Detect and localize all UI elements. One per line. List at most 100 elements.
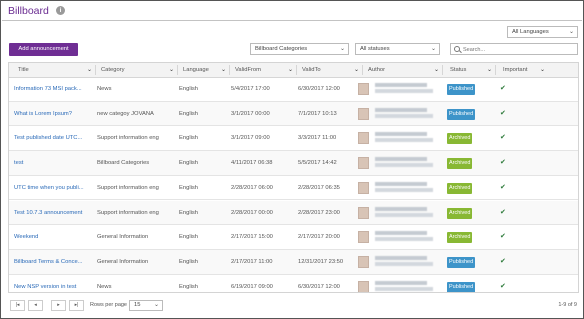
row-language: English [179,283,199,290]
row-language: English [179,184,199,191]
row-valid-to: 12/31/2017 23:50 [298,258,344,265]
column-header-status[interactable]: Status [450,63,466,77]
check-icon: ✔ [500,109,506,117]
row-valid-from: 6/19/2017 09:00 [231,283,273,290]
author-blurred [375,280,435,291]
column-header-important[interactable]: Important [503,63,528,77]
rows-per-page-label: Rows per page [90,302,127,308]
chevron-down-icon[interactable]: ⌄ [354,63,359,77]
next-page-button[interactable]: ▸ [51,300,66,311]
status-badge: Archived [447,182,473,194]
check-icon: ✔ [500,233,506,241]
row-category: News [97,283,112,290]
search-input[interactable] [463,45,573,54]
row-valid-from: 2/28/2017 06:00 [231,184,273,191]
last-page-button[interactable]: ▸| [69,300,84,311]
check-icon: ✔ [500,208,506,216]
author-blurred [375,157,435,168]
row-language: English [179,135,199,142]
row-valid-to: 6/30/2017 12:00 [298,283,340,290]
table-row[interactable]: UTC time when you publi... Support inform… [9,176,578,201]
row-valid-to: 2/28/2017 23:00 [298,209,340,216]
column-header-category[interactable]: Category [101,63,125,77]
status-select[interactable]: All statuses ⌄ [355,43,440,55]
chevron-down-icon[interactable]: ⌄ [288,63,293,77]
row-title-link[interactable]: New NSP version in test [14,275,94,292]
status-badge: Published [447,84,476,95]
table-row[interactable]: New NSP version in test News English 6/19/2… [9,275,578,292]
column-header-author[interactable]: Author [368,63,385,77]
row-title-link[interactable]: Weekend [14,225,94,249]
row-title-link[interactable]: Test 10.7.3 announcement [14,201,94,225]
row-title-link[interactable]: Test published date UTC... [14,126,94,150]
title-divider [2,20,582,21]
author-blurred [375,181,435,192]
table-row[interactable]: test Billboard Categories English 4/11/2017… [9,151,578,176]
avatar [358,181,369,194]
column-header-title[interactable]: Title [18,63,29,77]
row-valid-to: 2/17/2017 20:00 [298,234,340,241]
table-row[interactable]: What is Lorem Ipsum? new categoy JOVANA En… [9,101,578,127]
table-row[interactable]: Test published date UTC... Support inform… [9,126,578,152]
avatar [358,157,369,170]
row-category: General Information [97,258,149,265]
column-header-validto[interactable]: ValidTo [302,63,321,77]
check-icon: ✔ [500,257,506,265]
row-category: Billboard Categories [97,160,150,167]
author-blurred [375,132,435,143]
info-icon[interactable]: i [56,6,65,15]
column-header-validfrom[interactable]: ValidFrom [235,63,261,77]
avatar [358,280,369,292]
page-title: Billboard [8,5,49,17]
author-blurred [375,206,435,217]
prev-page-button[interactable]: ◂ [28,300,43,311]
author-blurred [375,231,435,242]
chevron-down-icon[interactable]: ⌄ [487,63,492,77]
row-title-link[interactable]: test [14,151,94,175]
search-icon [454,46,460,52]
status-badge: Archived [447,207,473,219]
row-category: Support information eng [97,184,159,191]
row-language: English [179,258,199,265]
chevron-down-icon[interactable]: ⌄ [540,63,545,77]
table-row[interactable]: Test 10.7.3 announcement Support informat… [9,200,578,226]
table-row[interactable]: Billboard Terms & Conce... General Inform… [9,249,578,275]
language-select[interactable]: All Languages ⌄ [507,26,578,38]
avatar [358,83,369,95]
row-title-link[interactable]: Information 73 MSI pack... [14,77,94,101]
row-category: General Information [97,234,149,241]
column-header-language[interactable]: Language [183,63,209,77]
chevron-down-icon: ⌄ [430,46,436,52]
status-badge: Published [447,256,476,268]
first-page-button[interactable]: |◂ [10,300,25,311]
chevron-down-icon[interactable]: ⌄ [169,63,174,77]
category-select[interactable]: Billboard Categories ⌄ [250,43,349,55]
chevron-down-icon: ⌄ [568,29,574,35]
chevron-down-icon[interactable]: ⌄ [434,63,439,77]
pager: |◂ ◂ ▸ ▸| Rows per page 15 ⌄ 1-9 of 9 [8,298,579,314]
chevron-down-icon[interactable]: ⌄ [87,63,92,77]
row-title-link[interactable]: What is Lorem Ipsum? [14,102,94,126]
table-row[interactable]: Weekend General Information English 2/17/20… [9,225,578,250]
row-language: English [179,234,199,241]
avatar [358,231,369,244]
row-valid-from: 2/17/2017 11:00 [231,258,273,265]
avatar [358,132,369,145]
chevron-down-icon[interactable]: ⌄ [221,63,226,77]
chevron-down-icon: ⌄ [339,46,345,52]
row-valid-from: 2/28/2017 00:00 [231,209,273,216]
row-category: News [97,86,112,92]
row-title-link[interactable]: Billboard Terms & Conce... [14,250,94,274]
add-announcement-button[interactable]: Add announcement [9,43,78,56]
rows-per-page-select[interactable]: 15 ⌄ [129,300,163,311]
row-valid-to: 7/1/2017 10:13 [298,110,337,117]
avatar [358,255,369,268]
avatar [358,107,369,120]
grid-header: Title ⌄ Category ⌄ Language ⌄ ValidFrom … [9,63,578,78]
chevron-down-icon: ⌄ [153,302,159,308]
avatar [358,206,369,219]
table-row[interactable]: Information 73 MSI pack... News English 5/4… [9,77,578,102]
check-icon: ✔ [500,282,506,290]
search-box[interactable] [450,43,578,55]
row-title-link[interactable]: UTC time when you publi... [14,176,94,200]
